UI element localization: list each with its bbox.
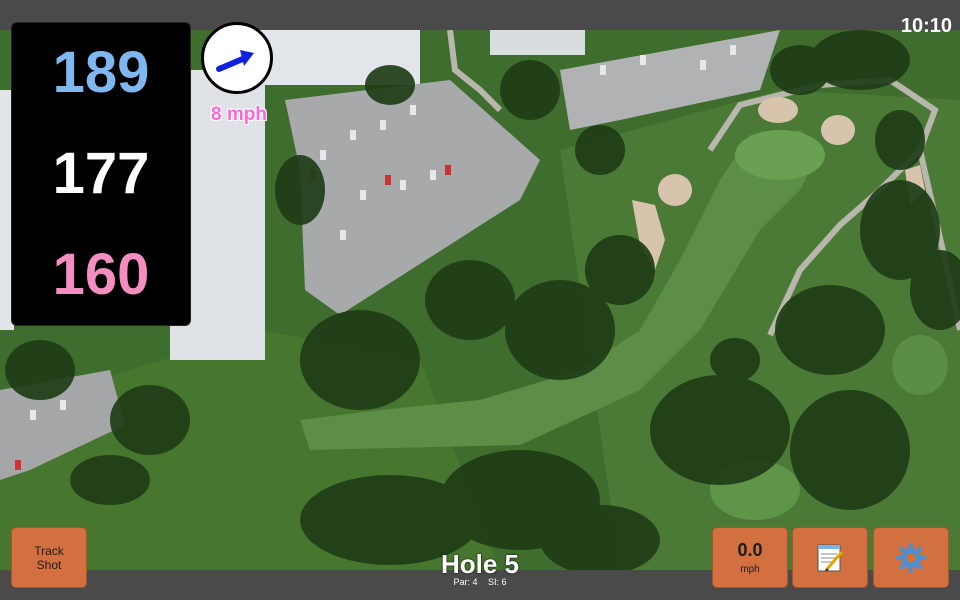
clock: 10:10 [900, 15, 952, 37]
front-distance: 160 [52, 241, 150, 307]
hole-stroke-index: SI: 6 [488, 577, 507, 587]
notepad-icon [817, 544, 844, 572]
hole-par: Par: 4 [453, 577, 478, 587]
back-distance: 189 [52, 40, 150, 106]
wind-indicator [201, 22, 273, 94]
wind-direction-arrow-icon [216, 50, 254, 72]
hole-info: Par: 4 SI: 6 [380, 577, 580, 587]
settings-button[interactable] [873, 527, 949, 588]
track-shot-label-1: Track [34, 543, 64, 558]
speed-unit: mph [740, 564, 760, 575]
hole-title: Hole 5 [440, 549, 520, 579]
middle-distance: 177 [52, 140, 150, 206]
track-shot-label-2: Shot [36, 557, 62, 572]
speed-button[interactable]: 0.0 mph [712, 527, 788, 588]
wind-speed: 8 mph [211, 104, 267, 125]
distance-panel: 189 177 160 [11, 22, 191, 326]
notes-button[interactable] [792, 527, 868, 588]
gear-icon [896, 542, 926, 573]
speed-value: 0.0 [737, 540, 763, 560]
track-shot-button[interactable]: Track Shot [11, 527, 87, 588]
